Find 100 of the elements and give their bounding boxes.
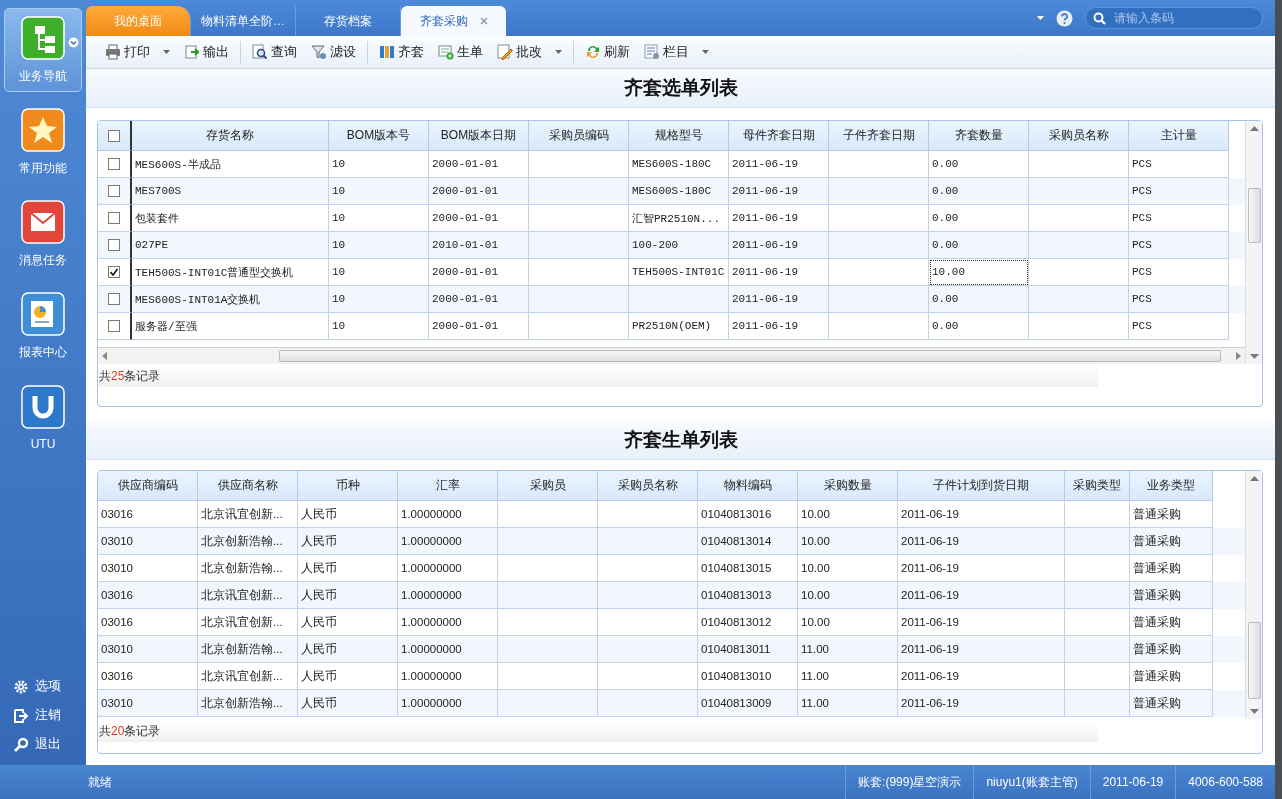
column-header[interactable]: 采购员名称: [1029, 121, 1129, 151]
scroll-thumb[interactable]: [1247, 621, 1261, 700]
column-header[interactable]: BOM版本号: [329, 121, 429, 151]
column-header[interactable]: 规格型号: [629, 121, 729, 151]
select-all-checkbox[interactable]: [108, 129, 120, 142]
table-cell: 2011-06-19: [898, 582, 1065, 609]
u-shape-icon: [21, 385, 65, 429]
column-header[interactable]: 存货名称: [132, 121, 329, 151]
gear-icon: [13, 678, 29, 695]
tab[interactable]: 齐套采购: [401, 6, 506, 36]
table-cell: 北京创新浩翰...: [198, 528, 298, 555]
caret-icon: [702, 50, 709, 54]
table-cell: 03010: [98, 636, 198, 663]
section-title: 齐套生单列表: [623, 428, 738, 452]
table-cell: 11.00: [798, 636, 898, 663]
checkbox[interactable]: [108, 239, 120, 251]
help-icon[interactable]: [1056, 9, 1073, 27]
column-header[interactable]: BOM版本日期: [429, 121, 529, 151]
logout-icon: [13, 707, 29, 724]
close-icon[interactable]: [479, 17, 488, 25]
column-header[interactable]: 汇率: [398, 471, 498, 501]
table-cell: 2011-06-19: [898, 528, 1065, 555]
table-cell: 0.00: [929, 178, 1029, 205]
scroll-up-icon[interactable]: [1249, 475, 1259, 481]
column-header[interactable]: 物料编码: [698, 471, 798, 501]
column-header[interactable]: 采购类型: [1065, 471, 1130, 501]
vertical-scrollbar[interactable]: [1245, 471, 1262, 719]
table-cell: 普通采购: [1130, 690, 1213, 717]
nav-item[interactable]: UTU: [4, 376, 82, 460]
envelope-icon: [21, 199, 65, 244]
column-header[interactable]: 业务类型: [1130, 471, 1213, 501]
table-cell: 11.00: [798, 690, 898, 717]
checkbox[interactable]: [108, 212, 120, 224]
checkbox[interactable]: [108, 185, 120, 197]
vertical-scrollbar[interactable]: [1245, 121, 1262, 364]
scroll-up-icon[interactable]: [1249, 125, 1259, 131]
chevron-icon[interactable]: [68, 37, 79, 48]
toolbar-button[interactable]: 齐套: [374, 40, 429, 64]
table-cell: 人民币: [298, 582, 398, 609]
checkbox[interactable]: [108, 293, 120, 305]
toolbar-button[interactable]: 查询: [247, 40, 302, 64]
column-header[interactable]: 齐套数量: [929, 121, 1029, 151]
status-field: 4006-600-588: [1175, 765, 1275, 799]
toolbar-button[interactable]: 输出: [179, 40, 234, 64]
table-cell: 普通采购: [1130, 528, 1213, 555]
horizontal-scrollbar[interactable]: [98, 347, 1245, 364]
sidebar-link[interactable]: 注销: [35, 707, 61, 724]
column-header[interactable]: 子件齐套日期: [829, 121, 929, 151]
sidebar-link[interactable]: 退出: [35, 736, 61, 753]
table-cell: 027PE: [132, 232, 329, 259]
table-cell: 2010-01-01: [429, 232, 529, 259]
checkbox[interactable]: [108, 158, 120, 170]
table-cell: 0.00: [929, 313, 1029, 340]
toolbar-button[interactable]: 滤设: [306, 40, 361, 64]
status-field: 2011-06-19: [1089, 765, 1176, 799]
table-cell: 2011-06-19: [729, 286, 829, 313]
toolbar-button[interactable]: 刷新: [580, 40, 635, 64]
section-title: 齐套选单列表: [623, 76, 738, 100]
column-header[interactable]: 供应商名称: [198, 471, 298, 501]
scroll-right-icon[interactable]: [1236, 352, 1241, 360]
scroll-left-icon[interactable]: [102, 352, 107, 360]
column-header[interactable]: 供应商编码: [98, 471, 198, 501]
status-field: niuyu1(账套主管): [973, 765, 1090, 799]
column-header[interactable]: 采购员名称: [598, 471, 698, 501]
sheet-add-icon: [438, 44, 454, 60]
nav-item[interactable]: 常用功能: [4, 100, 82, 184]
scroll-down-icon[interactable]: [1249, 709, 1259, 715]
table-cell: 北京讯宜创新...: [198, 582, 298, 609]
table-cell: 1.00000000: [398, 528, 498, 555]
column-header[interactable]: 采购员编码: [529, 121, 629, 151]
toolbar-button[interactable]: 栏目: [639, 40, 714, 64]
table-cell: 人民币: [298, 528, 398, 555]
search-field[interactable]: 请输入条码: [1085, 7, 1263, 29]
column-header[interactable]: 母件齐套日期: [729, 121, 829, 151]
sidebar-link[interactable]: 选项: [35, 678, 61, 695]
toolbar-button[interactable]: 打印: [100, 40, 175, 64]
column-header[interactable]: 采购数量: [798, 471, 898, 501]
table-cell[interactable]: 10.00: [929, 259, 1029, 286]
table-cell: 10: [329, 232, 429, 259]
scroll-thumb[interactable]: [1247, 188, 1261, 243]
scroll-thumb[interactable]: [279, 350, 1221, 362]
checkbox[interactable]: [108, 320, 120, 332]
column-header[interactable]: 采购员: [498, 471, 598, 501]
table-cell: 10.00: [798, 528, 898, 555]
nav-item[interactable]: 报表中心: [4, 284, 82, 368]
export-icon: [184, 44, 200, 60]
caret-icon: [555, 50, 562, 54]
table-cell: [1065, 528, 1130, 555]
table-cell: 100-200: [629, 232, 729, 259]
printer-icon: [105, 44, 121, 60]
column-header[interactable]: 主计量: [1129, 121, 1229, 151]
checkbox[interactable]: [108, 266, 120, 278]
toolbar-button[interactable]: 批改: [492, 40, 567, 64]
column-header[interactable]: 币种: [298, 471, 398, 501]
column-header[interactable]: 子件计划到货日期: [898, 471, 1065, 501]
table-cell: 2011-06-19: [898, 690, 1065, 717]
nav-item[interactable]: 消息任务: [4, 192, 82, 276]
status-text: 就绪: [88, 774, 112, 789]
scroll-down-icon[interactable]: [1249, 354, 1259, 360]
toolbar-button[interactable]: 生单: [433, 40, 488, 64]
